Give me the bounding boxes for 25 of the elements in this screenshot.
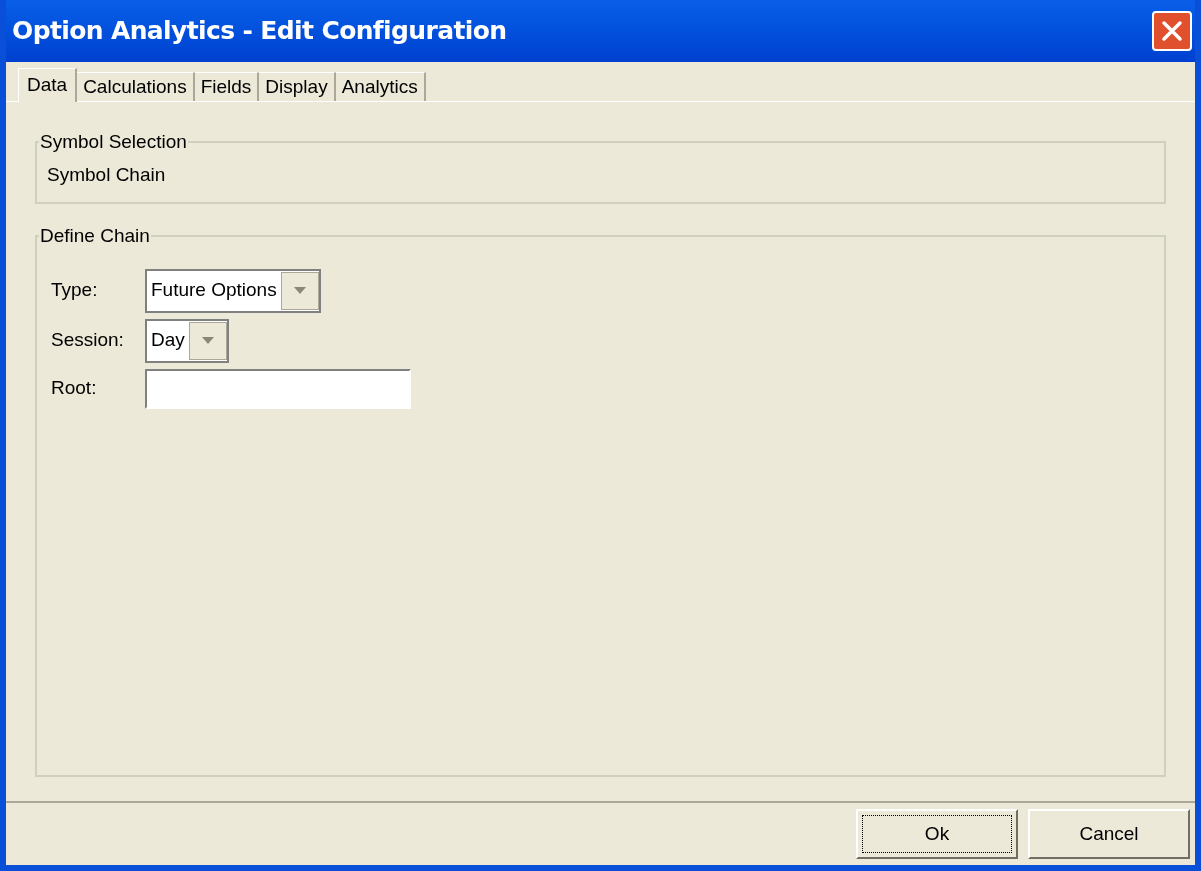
- field-label: Session:: [51, 328, 125, 353]
- dropdown-value: Day: [151, 328, 185, 353]
- field-label: Root:: [51, 376, 98, 401]
- dialog-button[interactable]: Ok: [856, 809, 1018, 859]
- tab[interactable]: Display: [259, 72, 336, 101]
- selection-text: Symbol Chain: [47, 162, 166, 187]
- tab[interactable]: Fields: [194, 72, 260, 101]
- dropdown-button[interactable]: [280, 271, 319, 310]
- close-button[interactable]: [1152, 11, 1192, 51]
- dialog-button[interactable]: Cancel: [1028, 809, 1190, 859]
- dropdown-value: Future Options: [151, 278, 277, 303]
- tab[interactable]: Analytics: [335, 72, 426, 101]
- dropdown[interactable]: Future Options: [145, 268, 321, 313]
- group-title: Define Chain: [39, 224, 151, 248]
- caret-icon: [201, 336, 214, 345]
- caret-icon: [293, 286, 306, 295]
- input-field[interactable]: [145, 368, 411, 409]
- field-label: Type:: [51, 278, 99, 303]
- window-title: Option Analytics - Edit Configuration: [12, 15, 507, 48]
- dropdown[interactable]: Day: [145, 318, 229, 363]
- tab[interactable]: Calculations: [77, 72, 195, 101]
- tab[interactable]: Data: [18, 68, 78, 102]
- dropdown-button[interactable]: [188, 321, 227, 360]
- close-icon: [1161, 20, 1183, 42]
- group-title: Symbol Selection: [39, 130, 188, 154]
